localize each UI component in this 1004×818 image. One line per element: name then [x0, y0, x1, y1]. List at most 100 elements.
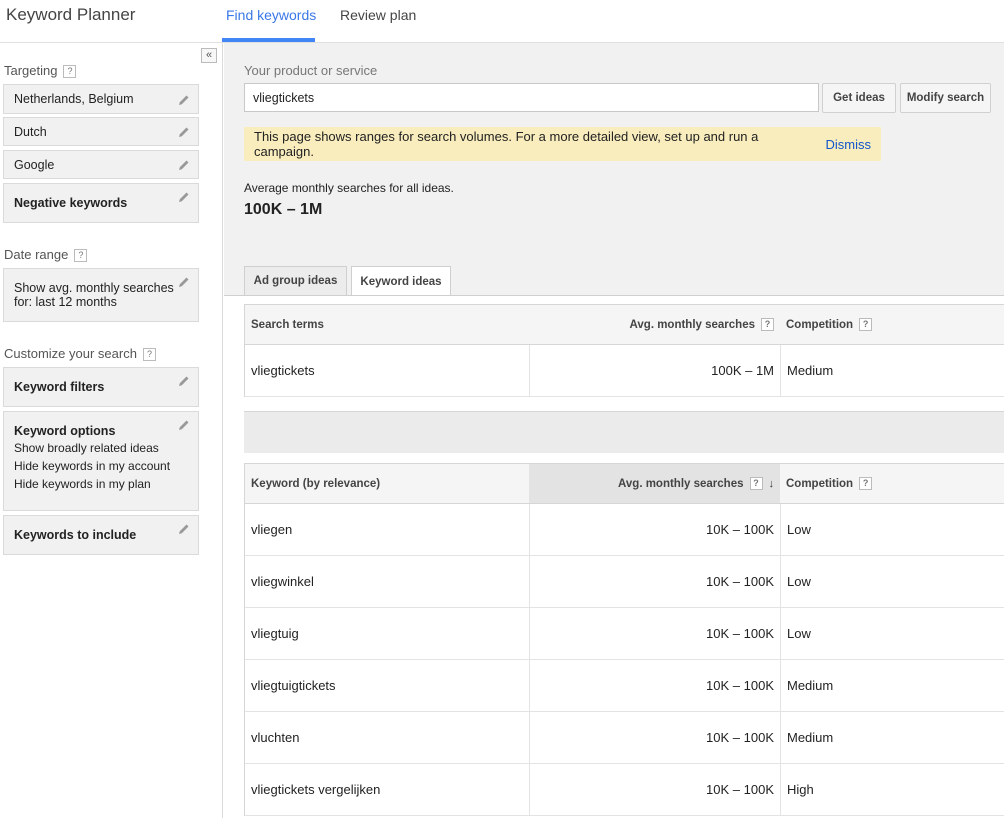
header-avg-monthly[interactable]: Avg. monthly searches?	[529, 305, 780, 344]
keyword-option-line: Hide keywords in my plan	[14, 477, 151, 491]
targeting-location-label: Netherlands, Belgium	[14, 92, 134, 106]
help-icon[interactable]: ?	[63, 65, 77, 79]
header-label: Search terms	[251, 318, 324, 331]
tab-find-keywords[interactable]: Find keywords	[226, 7, 316, 23]
tab-review-plan[interactable]: Review plan	[340, 7, 416, 23]
edit-pencil-icon[interactable]	[178, 126, 190, 138]
help-icon[interactable]: ?	[761, 318, 774, 331]
keyword-cell: vliegtuig	[251, 626, 299, 641]
avg-searches-cell: 10K – 100K	[529, 504, 780, 555]
help-icon[interactable]: ?	[859, 477, 873, 490]
table-separator	[244, 411, 1004, 453]
notice-text: This page shows ranges for search volume…	[254, 129, 759, 159]
header-label: Keyword (by relevance)	[251, 477, 381, 490]
table-row[interactable]: vliegen 10K – 100K Low	[245, 504, 1004, 556]
keyword-options[interactable]: Keyword options Show broadly related ide…	[3, 411, 199, 511]
collapse-sidebar-button[interactable]: «	[201, 48, 217, 63]
avg-searches-cell: 100K – 1M	[529, 345, 780, 396]
tab-keyword-ideas[interactable]: Keyword ideas	[351, 266, 451, 297]
targeting-network-label: Google	[14, 157, 55, 172]
avg-searches-cell: 10K – 100K	[529, 764, 780, 815]
date-range-heading: Date range?	[4, 247, 88, 263]
keyword-filters[interactable]: Keyword filters	[3, 367, 199, 407]
summary-label: Average monthly searches for all ideas.	[244, 181, 454, 195]
negative-keywords[interactable]: Negative keywords	[3, 183, 199, 223]
table-row[interactable]: vliegtickets 100K – 1M Medium	[245, 345, 1004, 397]
modify-search-button[interactable]: Modify search	[900, 83, 991, 113]
avg-searches-cell: 10K – 100K	[529, 608, 780, 659]
table-row[interactable]: vliegtickets vergelijken 10K – 100K High	[245, 764, 1004, 816]
negative-keywords-label: Negative keywords	[14, 196, 128, 210]
app-title: Keyword Planner	[6, 5, 136, 24]
help-icon[interactable]: ?	[74, 249, 88, 263]
edit-pencil-icon[interactable]	[178, 419, 190, 431]
date-range-box[interactable]: Show avg. monthly searches for: last 12 …	[3, 268, 199, 322]
dismiss-link[interactable]: Dismiss	[826, 137, 872, 152]
product-input[interactable]	[244, 83, 819, 112]
edit-pencil-icon[interactable]	[178, 159, 190, 171]
sort-arrow-icon[interactable]: ↓	[769, 478, 775, 490]
targeting-language-label: Dutch	[14, 124, 47, 139]
keyword-cell: vluchten	[251, 730, 300, 745]
summary-value: 100K – 1M	[244, 201, 323, 218]
edit-pencil-icon[interactable]	[178, 523, 190, 535]
product-label: Your product or service	[244, 63, 378, 78]
get-ideas-button[interactable]: Get ideas	[822, 83, 896, 113]
keyword-option-line: Show broadly related ideas	[14, 441, 159, 455]
header-competition[interactable]: Competition?	[780, 464, 1004, 503]
table-row[interactable]: vliegtuig 10K – 100K Low	[245, 608, 1004, 660]
header-avg-monthly-sorted[interactable]: Avg. monthly searches? ↓	[529, 464, 780, 503]
sidebar: « Targeting? Netherlands, Belgium Dutch …	[0, 43, 223, 818]
edit-pencil-icon[interactable]	[178, 191, 190, 203]
edit-pencil-icon[interactable]	[178, 276, 190, 288]
header-search-terms[interactable]: Search terms	[245, 305, 529, 344]
avg-searches-cell: 10K – 100K	[529, 712, 780, 763]
customize-label: Customize your search	[4, 346, 137, 361]
targeting-language[interactable]: Dutch	[3, 117, 199, 146]
competition-cell: Low	[780, 556, 1004, 607]
table-row[interactable]: vliegtuigtickets 10K – 100K Medium	[245, 660, 1004, 712]
table-row[interactable]: vluchten 10K – 100K Medium	[245, 712, 1004, 764]
targeting-heading: Targeting?	[4, 63, 77, 79]
keywords-to-include[interactable]: Keywords to include	[3, 515, 199, 555]
edit-pencil-icon[interactable]	[178, 375, 190, 387]
table-header-row: Search terms Avg. monthly searches? Comp…	[245, 304, 1004, 345]
edit-pencil-icon[interactable]	[178, 94, 190, 106]
help-icon[interactable]: ?	[749, 477, 763, 490]
keyword-ideas-table: Keyword (by relevance) Avg. monthly sear…	[244, 463, 1004, 816]
keyword-option-line: Hide keywords in my account	[14, 459, 171, 473]
tab-ad-group-ideas[interactable]: Ad group ideas	[244, 266, 347, 296]
keyword-filters-label: Keyword filters	[14, 380, 105, 394]
targeting-location[interactable]: Netherlands, Belgium	[3, 84, 199, 114]
keywords-to-include-label: Keywords to include	[14, 528, 137, 542]
competition-cell: Low	[780, 608, 1004, 659]
header-competition[interactable]: Competition?	[780, 305, 1004, 344]
keyword-cell: vliegtuigtickets	[251, 678, 336, 693]
search-terms-table: Search terms Avg. monthly searches? Comp…	[244, 304, 1004, 397]
header-label: Competition	[786, 477, 854, 490]
competition-cell: Low	[780, 504, 1004, 555]
competition-cell: Medium	[780, 660, 1004, 711]
notice-banner: This page shows ranges for search volume…	[244, 127, 881, 161]
keyword-cell: vliegtickets vergelijken	[251, 782, 381, 797]
header-keyword[interactable]: Keyword (by relevance)	[245, 464, 529, 503]
help-icon[interactable]: ?	[142, 348, 156, 362]
keyword-cell: vliegen	[251, 522, 293, 537]
keyword-options-title: Keyword options	[14, 424, 116, 438]
keyword-cell: vliegwinkel	[251, 574, 314, 589]
date-range-line: for: last 12 months	[14, 295, 117, 309]
header-label: Avg. monthly searches	[629, 318, 755, 331]
date-range-label: Date range	[4, 247, 69, 262]
competition-cell: Medium	[780, 712, 1004, 763]
table-row[interactable]: vliegwinkel 10K – 100K Low	[245, 556, 1004, 608]
targeting-label: Targeting	[4, 63, 58, 78]
avg-searches-cell: 10K – 100K	[529, 660, 780, 711]
keyword-cell: vliegtickets	[251, 363, 315, 378]
targeting-network[interactable]: Google	[3, 150, 199, 179]
date-range-line: Show avg. monthly searches	[14, 281, 174, 295]
top-header: Keyword Planner Find keywords Review pla…	[0, 0, 1004, 43]
competition-cell: High	[780, 764, 1004, 815]
help-icon[interactable]: ?	[859, 318, 873, 331]
customize-heading: Customize your search?	[4, 346, 156, 362]
competition-cell: Medium	[780, 345, 1004, 396]
